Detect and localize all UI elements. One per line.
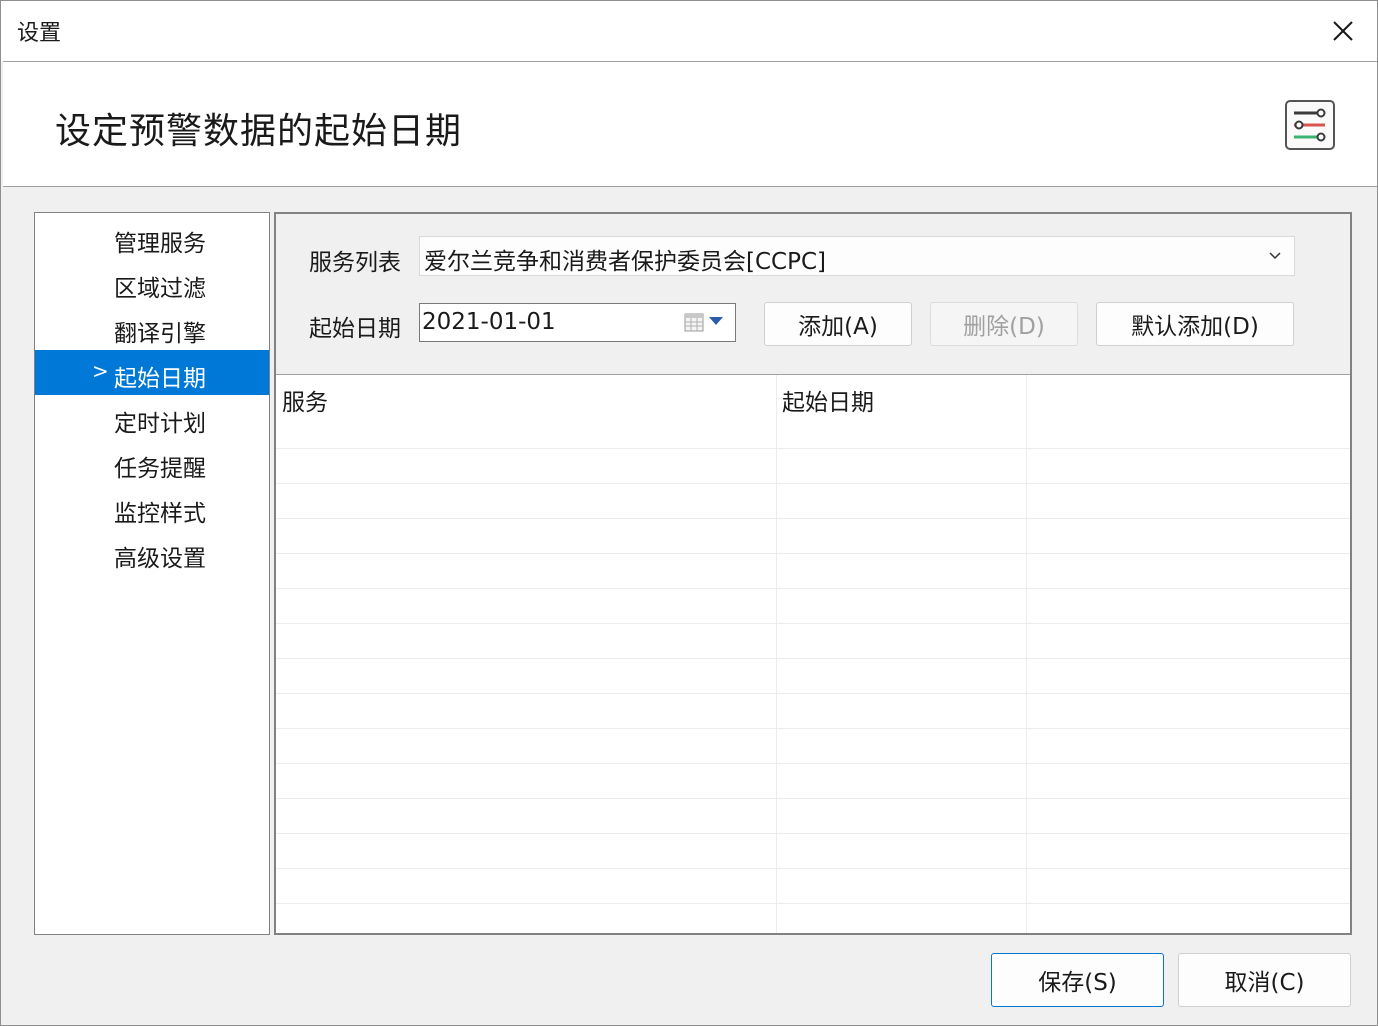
column-header-empty[interactable] [1026, 375, 1350, 448]
title-bar: 设置 [1, 1, 1377, 61]
row-divider [276, 518, 1350, 519]
settings-sliders-icon [1285, 100, 1335, 150]
column-header-service[interactable]: 服务 [276, 375, 776, 448]
start-date-panel: 服务列表 爱尔兰竞争和消费者保护委员会[CCPC] 起始日期 2021-01-0… [274, 212, 1352, 935]
sidebar-item-label: 管理服务 [114, 231, 206, 257]
start-date-label: 起始日期 [309, 316, 401, 342]
sidebar-item-schedule[interactable]: 定时计划 [35, 395, 269, 440]
service-select-value: 爱尔兰竞争和消费者保护委员会[CCPC] [424, 249, 826, 275]
settings-dialog: 设置 设定预警数据的起始日期 管理服务 区域过滤 翻译引擎 > 起始日期 定时计… [0, 0, 1378, 1026]
row-divider [276, 693, 1350, 694]
column-header-start-date[interactable]: 起始日期 [776, 375, 1026, 448]
start-date-value: 2021-01-01 [422, 309, 556, 335]
close-icon [1333, 21, 1353, 41]
sidebar-item-label: 定时计划 [114, 411, 206, 437]
sidebar-item-label: 任务提醒 [114, 456, 206, 482]
sidebar-item-translation-engine[interactable]: 翻译引擎 [35, 305, 269, 350]
close-button[interactable] [1309, 1, 1377, 61]
service-list-label: 服务列表 [309, 250, 401, 276]
row-divider [276, 623, 1350, 624]
column-divider [1026, 375, 1027, 933]
sidebar-item-start-date[interactable]: > 起始日期 [35, 350, 269, 395]
calendar-icon[interactable] [684, 312, 704, 332]
page-title: 设定预警数据的起始日期 [55, 111, 463, 152]
sidebar-item-label: 监控样式 [114, 501, 206, 527]
row-divider [276, 483, 1350, 484]
sidebar-item-task-reminder[interactable]: 任务提醒 [35, 440, 269, 485]
sidebar-item-label: 区域过滤 [114, 276, 206, 302]
sidebar-item-advanced-settings[interactable]: 高级设置 [35, 530, 269, 575]
start-date-form: 服务列表 爱尔兰竞争和消费者保护委员会[CCPC] 起始日期 2021-01-0… [276, 214, 1350, 375]
sidebar-item-label: 翻译引擎 [114, 321, 206, 347]
dropdown-arrow-icon[interactable] [708, 314, 724, 328]
selected-marker: > [92, 359, 109, 383]
row-divider [276, 798, 1350, 799]
cancel-button[interactable]: 取消(C) [1178, 953, 1351, 1007]
row-divider [276, 588, 1350, 589]
settings-nav: 管理服务 区域过滤 翻译引擎 > 起始日期 定时计划 任务提醒 监控样式 高级设… [34, 212, 270, 935]
add-button[interactable]: 添加(A) [764, 302, 912, 346]
row-divider [276, 833, 1350, 834]
sidebar-item-monitor-style[interactable]: 监控样式 [35, 485, 269, 530]
row-divider [276, 903, 1350, 904]
default-add-button[interactable]: 默认添加(D) [1096, 302, 1294, 346]
save-button[interactable]: 保存(S) [991, 953, 1164, 1007]
header-banner: 设定预警数据的起始日期 [3, 61, 1377, 187]
delete-button[interactable]: 删除(D) [930, 302, 1078, 346]
sidebar-item-label: 起始日期 [114, 366, 206, 392]
sidebar-item-manage-services[interactable]: 管理服务 [35, 215, 269, 260]
window-title: 设置 [17, 21, 62, 46]
row-divider [276, 448, 1350, 449]
column-divider [776, 375, 777, 933]
sidebar-item-label: 高级设置 [114, 546, 206, 572]
row-divider [276, 553, 1350, 554]
sidebar-item-region-filter[interactable]: 区域过滤 [35, 260, 269, 305]
row-divider [276, 763, 1350, 764]
row-divider [276, 728, 1350, 729]
row-divider [276, 658, 1350, 659]
start-date-picker[interactable]: 2021-01-01 [419, 303, 736, 342]
row-divider [276, 868, 1350, 869]
service-select[interactable]: 爱尔兰竞争和消费者保护委员会[CCPC] [419, 236, 1295, 276]
chevron-down-icon [1269, 252, 1281, 260]
start-date-table[interactable]: 服务 起始日期 [276, 375, 1350, 933]
